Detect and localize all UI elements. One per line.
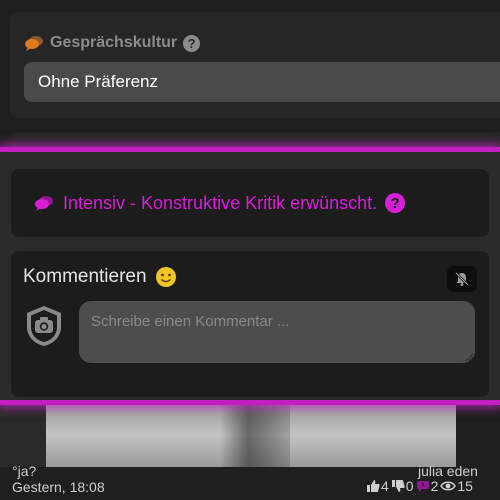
- comment-count: 2: [430, 478, 439, 494]
- post-image-shadow: [220, 395, 290, 467]
- intensity-label: Intensiv - Konstruktive Kritik erwünscht…: [33, 169, 406, 237]
- bell-off-icon: [455, 272, 469, 286]
- view-stat: 15: [440, 478, 473, 494]
- chat-bubbles-icon: [35, 196, 53, 211]
- comment-card: Kommentieren: [11, 251, 489, 397]
- resize-grip-icon[interactable]: [464, 352, 474, 362]
- dislike-count: 0: [405, 478, 414, 494]
- dislike-stat[interactable]: 0: [391, 478, 414, 494]
- eye-icon: [440, 481, 457, 491]
- comment-heading: Kommentieren: [23, 266, 177, 288]
- intensity-help-icon[interactable]: ?: [385, 193, 406, 213]
- like-stat[interactable]: 4: [366, 478, 389, 494]
- intensity-card: Intensiv - Konstruktive Kritik erwünscht…: [11, 169, 489, 237]
- preference-select[interactable]: Ohne Präferenz: [24, 62, 500, 102]
- comment-title: Kommentieren: [23, 266, 147, 287]
- comment-icon: [416, 481, 429, 492]
- comment-modal: Intensiv - Konstruktive Kritik erwünscht…: [0, 147, 500, 405]
- post-stats: 4 0 2 15: [366, 478, 473, 494]
- chat-bubbles-icon: [25, 36, 43, 51]
- view-count: 15: [457, 478, 473, 494]
- mute-notifications-button[interactable]: [447, 266, 477, 292]
- preference-label-text: Gesprächskultur: [50, 34, 178, 51]
- comment-stat[interactable]: 2: [416, 478, 439, 494]
- post-title[interactable]: °ja?: [12, 463, 36, 479]
- post-date: Gestern, 18:08: [12, 479, 105, 495]
- smiley-icon[interactable]: [155, 266, 177, 288]
- post-author[interactable]: julia eden: [418, 463, 478, 479]
- avatar-icon: [27, 306, 61, 346]
- preference-label: Gesprächskultur ?: [24, 33, 201, 53]
- like-count: 4: [381, 478, 389, 494]
- background-strip: [0, 395, 46, 467]
- intensity-text: Intensiv - Konstruktive Kritik erwünscht…: [63, 192, 378, 213]
- comment-input[interactable]: [79, 301, 475, 363]
- thumbs-down-icon: [391, 480, 405, 492]
- thumbs-up-icon: [367, 480, 380, 492]
- help-icon[interactable]: ?: [183, 34, 201, 52]
